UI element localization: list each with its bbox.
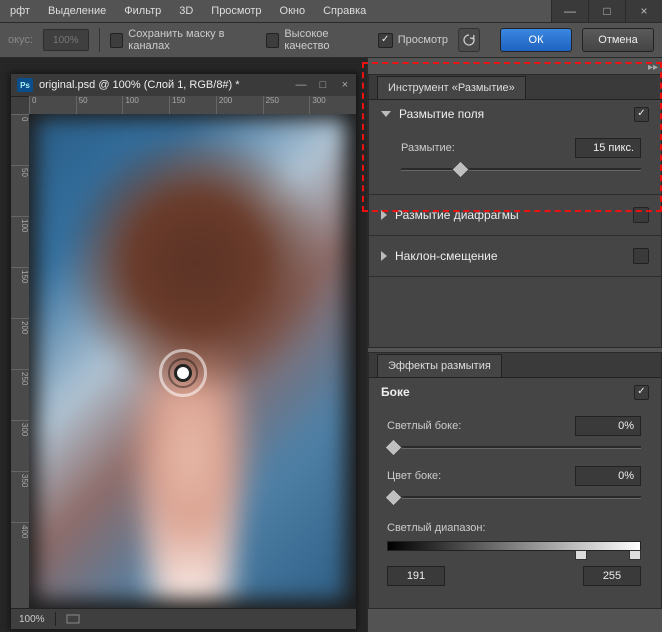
minimize-button[interactable]: —: [551, 0, 588, 22]
chevron-right-icon: [381, 210, 387, 220]
section-body: Размытие: 15 пикс.: [369, 128, 661, 194]
light-range-slider[interactable]: [387, 538, 641, 560]
light-bokeh-slider[interactable]: [387, 440, 641, 454]
slider-thumb-icon[interactable]: [384, 438, 402, 456]
range-low-handle[interactable]: [575, 550, 587, 560]
section-header[interactable]: Размытие поля: [369, 100, 661, 128]
document-title: original.psd @ 100% (Слой 1, RGB/8#) *: [39, 79, 290, 91]
status-icon: [66, 613, 80, 625]
zoom-level[interactable]: 100%: [19, 614, 45, 625]
doc-close-button[interactable]: ×: [334, 74, 356, 96]
menu-help[interactable]: Справка: [323, 5, 366, 17]
blur-effects-panel: Эффекты размытия Боке Светлый боке: 0%: [368, 352, 662, 609]
cancel-button[interactable]: Отмена: [582, 28, 654, 52]
light-range-label: Светлый диапазон:: [387, 522, 486, 534]
section-title: Наклон-смещение: [395, 249, 498, 263]
menu-window[interactable]: Окно: [280, 5, 306, 17]
section-title: Размытие поля: [399, 107, 484, 121]
blur-tool-panel: Инструмент «Размытие» Размытие поля Разм…: [368, 74, 662, 348]
color-bokeh-value[interactable]: 0%: [575, 466, 641, 486]
menu-fragment: рфт: [10, 5, 30, 17]
close-button[interactable]: ×: [625, 0, 662, 22]
bokeh-body: Светлый боке: 0% Цвет боке: 0%: [369, 406, 661, 608]
preview-checkbox[interactable]: Просмотр: [378, 33, 448, 48]
high-quality-label: Высокое качество: [284, 28, 367, 52]
color-bokeh-label: Цвет боке:: [387, 470, 441, 482]
focus-label: окус:: [8, 34, 33, 46]
range-high-handle[interactable]: [629, 550, 641, 560]
blur-value[interactable]: 15 пикс.: [575, 138, 641, 158]
blur-label: Размытие:: [401, 142, 455, 154]
save-mask-label: Сохранить маску в каналах: [128, 28, 255, 52]
menu-select[interactable]: Выделение: [48, 5, 106, 17]
ok-button[interactable]: ОК: [500, 28, 572, 52]
tab-blur-tool[interactable]: Инструмент «Размытие»: [377, 76, 526, 99]
tab-blur-effects[interactable]: Эффекты размытия: [377, 354, 502, 377]
document-area: Ps original.psd @ 100% (Слой 1, RGB/8#) …: [0, 58, 367, 632]
panel-tab-row: Эффекты размытия: [369, 353, 661, 378]
menu-view[interactable]: Просмотр: [211, 5, 261, 17]
section-checkbox[interactable]: [634, 107, 649, 122]
light-bokeh-value[interactable]: 0%: [575, 416, 641, 436]
focus-value[interactable]: 100%: [43, 29, 89, 51]
panel-flyout-icon[interactable]: ▸▸: [648, 62, 658, 73]
section-title: Размытие диафрагмы: [395, 208, 519, 222]
bokeh-title: Боке: [381, 385, 410, 399]
workspace: Ps original.psd @ 100% (Слой 1, RGB/8#) …: [0, 58, 662, 632]
section-tilt-shift: Наклон-смещение: [369, 236, 661, 277]
blur-pin[interactable]: [159, 349, 207, 397]
panel-tab-row: Инструмент «Размытие»: [369, 75, 661, 100]
save-mask-checkbox[interactable]: Сохранить маску в каналах: [110, 28, 256, 52]
ruler-vertical: 050100150200250300350400: [11, 114, 30, 609]
section-header[interactable]: Наклон-смещение: [369, 236, 661, 276]
checkbox-icon: [266, 33, 280, 48]
section-iris-blur: Размытие диафрагмы: [369, 195, 661, 236]
section-header[interactable]: Размытие диафрагмы: [369, 195, 661, 235]
reset-icon: [462, 33, 476, 47]
slider-thumb-icon[interactable]: [451, 160, 469, 178]
options-bar: окус: 100% Сохранить маску в каналах Выс…: [0, 23, 662, 58]
ps-icon: Ps: [17, 78, 33, 92]
bokeh-checkbox[interactable]: [634, 385, 649, 400]
reset-button[interactable]: [458, 28, 480, 52]
document-statusbar: 100%: [11, 608, 356, 629]
bokeh-header: Боке: [369, 378, 661, 406]
checkbox-icon: [378, 33, 393, 48]
doc-minimize-button[interactable]: —: [290, 74, 312, 96]
window-controls: — □ ×: [551, 0, 662, 22]
light-bokeh-label: Светлый боке:: [387, 420, 461, 432]
app-window: — □ × рфт Выделение Фильтр 3D Просмотр О…: [0, 0, 662, 632]
menu-3d[interactable]: 3D: [179, 5, 193, 17]
preview-label: Просмотр: [398, 34, 448, 46]
ruler-horizontal: 050100150200250300: [29, 96, 356, 115]
pin-center-icon: [174, 364, 192, 382]
panels: ▸▸ Инструмент «Размытие» Размытие поля Р: [367, 58, 662, 632]
range-high-value[interactable]: 255: [583, 566, 641, 586]
document-titlebar: Ps original.psd @ 100% (Слой 1, RGB/8#) …: [11, 74, 356, 97]
color-bokeh-slider[interactable]: [387, 490, 641, 504]
canvas[interactable]: [29, 114, 356, 609]
section-field-blur: Размытие поля Размытие: 15 пикс.: [369, 100, 661, 195]
menu-filter[interactable]: Фильтр: [124, 5, 161, 17]
maximize-button[interactable]: □: [588, 0, 625, 22]
section-checkbox[interactable]: [633, 207, 649, 223]
checkbox-icon: [110, 33, 124, 48]
range-low-value[interactable]: 191: [387, 566, 445, 586]
slider-thumb-icon[interactable]: [384, 488, 402, 506]
chevron-right-icon: [381, 251, 387, 261]
high-quality-checkbox[interactable]: Высокое качество: [266, 28, 368, 52]
section-checkbox[interactable]: [633, 248, 649, 264]
chevron-down-icon: [381, 111, 391, 117]
doc-maximize-button[interactable]: □: [312, 74, 334, 96]
document-window: Ps original.psd @ 100% (Слой 1, RGB/8#) …: [10, 73, 357, 630]
blur-slider[interactable]: [401, 162, 641, 176]
gradient-track: [387, 541, 641, 551]
